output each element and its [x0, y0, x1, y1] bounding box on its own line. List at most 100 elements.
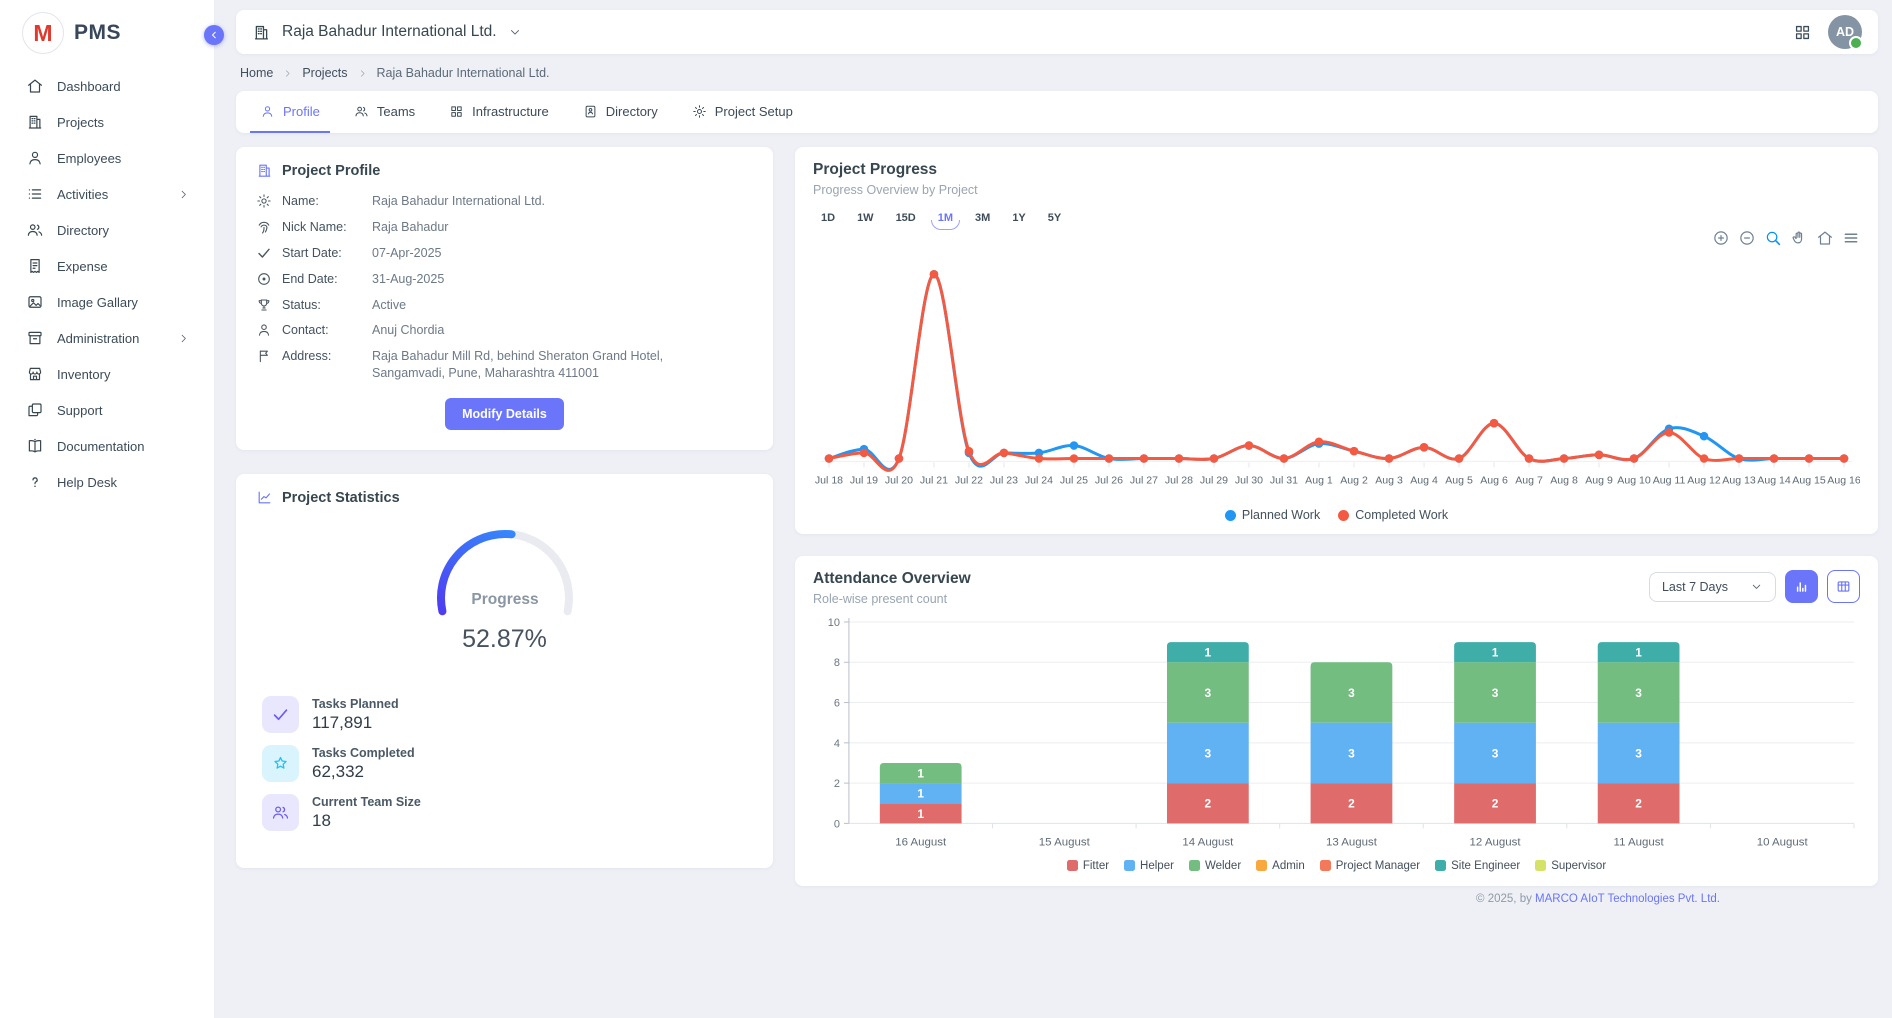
range-button-1m[interactable]: 1M	[930, 209, 961, 227]
reset-home-button[interactable]	[1816, 229, 1834, 249]
flag-icon	[256, 348, 272, 364]
zoom-in-button[interactable]	[1712, 229, 1730, 249]
sidebar-item-inventory[interactable]: Inventory	[0, 356, 214, 392]
project-progress-card: Project Progress Progress Overview by Pr…	[795, 147, 1878, 534]
tab-label: Infrastructure	[472, 104, 549, 119]
attendance-chart[interactable]: 024681011116 August15 August233114 Augus…	[813, 614, 1860, 855]
legend-label: Helper	[1140, 860, 1174, 872]
breadcrumb: HomeProjectsRaja Bahadur International L…	[240, 63, 1878, 83]
field-label: Address:	[282, 348, 362, 365]
legend-supervisor[interactable]: Supervisor	[1535, 860, 1606, 872]
menu-button[interactable]	[1842, 229, 1860, 249]
range-button-1w[interactable]: 1W	[849, 209, 882, 227]
company-selector[interactable]: Raja Bahadur International Ltd.	[252, 23, 522, 42]
person-icon	[260, 104, 275, 119]
legend-welder[interactable]: Welder	[1189, 860, 1241, 872]
tab-teams[interactable]: Teams	[344, 91, 425, 133]
svg-text:10: 10	[828, 617, 840, 629]
sidebar-item-support[interactable]: Support	[0, 392, 214, 428]
table-view-button[interactable]	[1827, 570, 1860, 603]
breadcrumb-projects[interactable]: Projects	[302, 66, 347, 80]
stats-card-title: Project Statistics	[282, 490, 400, 506]
range-button-1y[interactable]: 1Y	[1004, 209, 1033, 227]
star-icon	[271, 754, 290, 773]
sidebar-item-directory[interactable]: Directory	[0, 212, 214, 248]
home-icon	[1816, 229, 1834, 247]
tab-profile[interactable]: Profile	[250, 91, 330, 133]
sidebar-item-help-desk[interactable]: Help Desk	[0, 464, 214, 500]
field-value: Raja Bahadur Mill Rd, behind Sheraton Gr…	[372, 348, 702, 382]
footer: © 2025, by MARCO AIoT Technologies Pvt. …	[236, 886, 1878, 905]
legend-project-manager[interactable]: Project Manager	[1320, 860, 1420, 872]
tab-label: Project Setup	[715, 104, 793, 119]
legend-swatch	[1435, 860, 1446, 871]
footer-company-link[interactable]: MARCO AIoT Technologies Pvt. Ltd.	[1535, 893, 1720, 905]
sidebar-item-image-gallary[interactable]: Image Gallary	[0, 284, 214, 320]
sidebar-collapse-button[interactable]	[204, 25, 224, 45]
attendance-controls: Last 7 Days	[1649, 570, 1860, 603]
gear-icon	[256, 193, 272, 209]
pan-button[interactable]	[1790, 229, 1808, 249]
range-button-1d[interactable]: 1D	[813, 209, 843, 227]
line-chart-legend: Planned Work Completed Work	[813, 508, 1860, 522]
company-name: Raja Bahadur International Ltd.	[282, 23, 497, 41]
svg-text:Aug 11: Aug 11	[1653, 474, 1686, 486]
zoom-selection-button[interactable]	[1764, 229, 1782, 249]
bar-chart-view-button[interactable]	[1785, 570, 1818, 603]
svg-text:Aug 6: Aug 6	[1480, 474, 1508, 486]
tab-project-setup[interactable]: Project Setup	[682, 91, 803, 133]
tab-infrastructure[interactable]: Infrastructure	[439, 91, 559, 133]
legend-label: Supervisor	[1551, 860, 1606, 872]
field-label: End Date:	[282, 271, 362, 288]
svg-text:11 August: 11 August	[1614, 837, 1665, 849]
chev-r-icon	[282, 68, 293, 79]
svg-text:Aug 10: Aug 10	[1617, 474, 1651, 486]
apps-grid-button[interactable]	[1793, 23, 1812, 42]
legend-planned-work[interactable]: Planned Work	[1225, 508, 1320, 522]
svg-text:13 August: 13 August	[1326, 837, 1378, 849]
chart-toolbar	[813, 229, 1860, 249]
svg-text:Aug 8: Aug 8	[1550, 474, 1578, 486]
chart-line-icon	[256, 489, 273, 506]
legend-completed-work[interactable]: Completed Work	[1338, 508, 1448, 522]
svg-text:Aug 13: Aug 13	[1722, 474, 1756, 486]
range-button-15d[interactable]: 15D	[888, 209, 924, 227]
sidebar-item-activities[interactable]: Activities	[0, 176, 214, 212]
field-value: Raja Bahadur	[372, 219, 448, 236]
project-progress-chart[interactable]: Jul 18Jul 19Jul 20Jul 21Jul 22Jul 23Jul …	[813, 249, 1860, 506]
chevron-down-icon	[1750, 580, 1763, 593]
date-range-select[interactable]: Last 7 Days	[1649, 572, 1776, 602]
legend-admin[interactable]: Admin	[1256, 860, 1305, 872]
tab-label: Profile	[283, 104, 320, 119]
field-value: Active	[372, 297, 406, 314]
svg-text:Jul 30: Jul 30	[1235, 474, 1263, 486]
zoom-out-button[interactable]	[1738, 229, 1756, 249]
field-label: Status:	[282, 297, 362, 314]
range-button-5y[interactable]: 5Y	[1040, 209, 1069, 227]
svg-text:Aug 5: Aug 5	[1445, 474, 1473, 486]
svg-text:Jul 29: Jul 29	[1200, 474, 1228, 486]
breadcrumb-home[interactable]: Home	[240, 66, 273, 80]
sidebar-item-expense[interactable]: Expense	[0, 248, 214, 284]
legend-fitter[interactable]: Fitter	[1067, 860, 1109, 872]
mag-icon	[1764, 229, 1782, 247]
store-icon	[26, 365, 44, 383]
sidebar-item-employees[interactable]: Employees	[0, 140, 214, 176]
tab-directory[interactable]: Directory	[573, 91, 668, 133]
target-icon	[256, 271, 272, 287]
sidebar-item-dashboard[interactable]: Dashboard	[0, 68, 214, 104]
user-avatar[interactable]: AD	[1828, 15, 1862, 49]
range-button-3m[interactable]: 3M	[967, 209, 998, 227]
zout-icon	[1738, 229, 1756, 247]
modify-details-button[interactable]: Modify Details	[445, 398, 564, 430]
sidebar-item-projects[interactable]: Projects	[0, 104, 214, 140]
brand-logo[interactable]: M PMS	[0, 0, 214, 68]
legend-helper[interactable]: Helper	[1124, 860, 1174, 872]
date-range-value: Last 7 Days	[1662, 580, 1728, 594]
sidebar-item-administration[interactable]: Administration	[0, 320, 214, 356]
sidebar-item-documentation[interactable]: Documentation	[0, 428, 214, 464]
legend-site-engineer[interactable]: Site Engineer	[1435, 860, 1520, 872]
tab-bar: Profile Teams Infrastructure Directory Proje…	[236, 91, 1878, 133]
svg-text:Aug 3: Aug 3	[1375, 474, 1403, 486]
online-status-dot	[1849, 36, 1863, 50]
